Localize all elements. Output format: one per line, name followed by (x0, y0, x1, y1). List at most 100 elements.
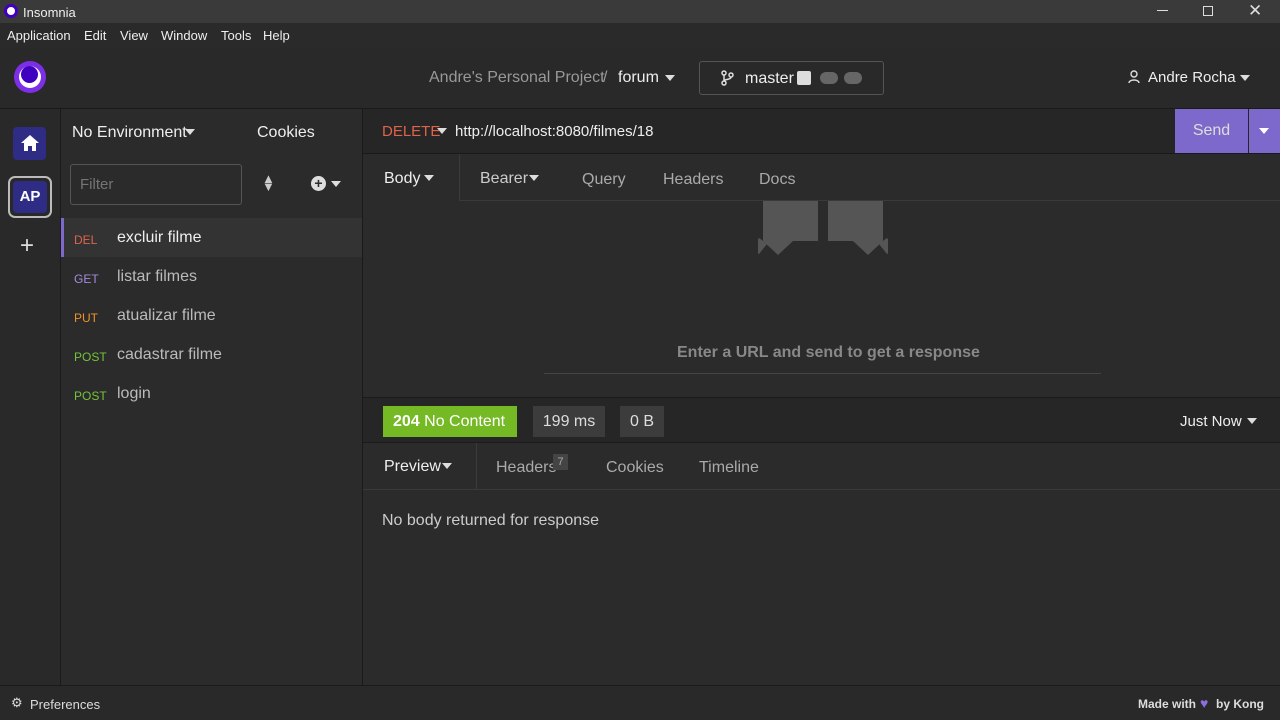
request-method: DEL (74, 233, 98, 247)
divider (544, 373, 1101, 374)
sort-icon[interactable]: ▲ ▼ (262, 172, 275, 193)
cloud-upload-icon[interactable] (844, 72, 862, 84)
tab-preview[interactable]: Preview (363, 443, 477, 490)
breadcrumb-separator: / (603, 69, 608, 86)
minimize-button[interactable] (1157, 10, 1168, 11)
tab-headers[interactable]: Headers (663, 171, 723, 189)
status-text: No Content (424, 413, 506, 430)
app-header: Andre's Personal Project / forum master … (0, 47, 1280, 109)
method-selector[interactable]: DELETE (382, 123, 440, 140)
request-name: listar filmes (117, 268, 198, 285)
insomnia-logo-dot (21, 66, 38, 83)
branch-name: master (745, 70, 794, 87)
heart-icon: ♥ (1200, 695, 1209, 711)
preferences-button[interactable]: Preferences (30, 697, 100, 712)
home-button[interactable] (13, 127, 46, 160)
request-item[interactable]: POST login (61, 374, 362, 413)
status-badge: 204 No Content (383, 406, 517, 437)
chevron-down-icon (1259, 128, 1269, 134)
tab-response-cookies[interactable]: Cookies (606, 459, 664, 477)
cookies-button[interactable]: Cookies (257, 124, 315, 142)
branch-button[interactable]: master (699, 61, 884, 95)
url-input[interactable]: http://localhost:8080/filmes/18 (455, 123, 653, 140)
empty-state: Enter a URL and send to get a response (363, 201, 1280, 397)
window-title: Insomnia (23, 5, 76, 20)
home-icon (21, 135, 39, 151)
status-code: 204 (393, 413, 420, 430)
breadcrumb-project[interactable]: Andre's Personal Project (429, 69, 605, 87)
request-name: login (117, 385, 151, 402)
tab-docs[interactable]: Docs (759, 171, 795, 189)
menu-tools[interactable]: Tools (221, 28, 251, 43)
request-item[interactable]: PUT atualizar filme (61, 296, 362, 335)
status-footer: ⚙ Preferences Made with ♥ by Kong (0, 685, 1280, 720)
gear-icon[interactable]: ⚙ (11, 695, 23, 711)
request-tabs: Body Bearer Query Headers Docs (363, 154, 1280, 201)
menu-help[interactable]: Help (263, 28, 290, 43)
workspace-rail: AP + (0, 109, 61, 685)
cube-icon (797, 71, 811, 85)
user-icon (1128, 70, 1140, 84)
history-selector[interactable]: Just Now (1180, 413, 1242, 430)
menu-window[interactable]: Window (161, 28, 207, 43)
app-logo-icon (4, 4, 18, 18)
empty-state-hint: Enter a URL and send to get a response (677, 344, 980, 361)
breadcrumb-collection[interactable]: forum (618, 69, 659, 87)
workspace-avatar: AP (13, 181, 47, 213)
menu-application[interactable]: Application (7, 28, 71, 43)
tab-response-headers[interactable]: Headers (496, 459, 556, 477)
user-name[interactable]: Andre Rocha (1148, 69, 1236, 86)
restore-button[interactable] (1203, 6, 1213, 16)
headers-count-badge: 7 (553, 454, 568, 470)
request-name: excluir filme (117, 229, 202, 246)
tab-body-label: Body (384, 170, 421, 187)
chevron-down-icon[interactable] (185, 129, 195, 135)
request-method: POST (74, 350, 107, 364)
tab-body[interactable]: Body (363, 154, 460, 201)
filter-input[interactable] (70, 164, 242, 205)
chevron-down-icon[interactable] (665, 75, 675, 81)
title-bar: Insomnia ✕ (0, 0, 1280, 23)
menu-view[interactable]: View (120, 28, 148, 43)
request-item[interactable]: POST cadastrar filme (61, 335, 362, 374)
chevron-down-icon (442, 463, 452, 469)
menu-bar: Application Edit View Window Tools Help (0, 23, 1280, 47)
add-workspace-icon[interactable]: + (20, 232, 34, 260)
request-pane: DELETE http://localhost:8080/filmes/18 S… (363, 109, 1280, 685)
chevron-down-icon[interactable] (331, 181, 341, 187)
request-method: GET (74, 272, 99, 286)
made-with-label: Made with (1138, 697, 1197, 711)
response-body-message: No body returned for response (382, 512, 600, 529)
by-kong-link[interactable]: by Kong (1216, 697, 1264, 711)
request-sidebar: No Environment Cookies ▲▼ + DEL excluir … (61, 109, 363, 685)
tab-timeline[interactable]: Timeline (699, 459, 759, 477)
menu-edit[interactable]: Edit (84, 28, 106, 43)
chevron-down-icon[interactable] (1247, 418, 1257, 424)
workspace-button[interactable]: AP (8, 176, 52, 218)
request-item[interactable]: GET listar filmes (61, 257, 362, 296)
request-name: cadastrar filme (117, 346, 222, 363)
request-method: PUT (74, 311, 98, 325)
cloud-download-icon[interactable] (820, 72, 838, 84)
time-badge: 199 ms (533, 406, 605, 437)
request-method: POST (74, 389, 107, 403)
send-button[interactable]: Send (1175, 109, 1248, 153)
request-item[interactable]: DEL excluir filme (61, 218, 362, 257)
tab-preview-label: Preview (384, 458, 441, 475)
chevron-down-icon[interactable] (437, 128, 447, 134)
tab-auth[interactable]: Bearer (480, 170, 528, 188)
response-tabs: Preview Headers 7 Cookies Timeline (363, 443, 1280, 490)
git-branch-icon (721, 70, 734, 86)
chevron-down-icon[interactable] (1240, 75, 1250, 81)
add-request-icon[interactable]: + (311, 176, 326, 191)
send-options-button[interactable] (1249, 109, 1280, 153)
url-bar: DELETE http://localhost:8080/filmes/18 S… (363, 109, 1280, 154)
request-name: atualizar filme (117, 307, 216, 324)
close-button[interactable]: ✕ (1248, 1, 1262, 21)
chevron-down-icon[interactable] (529, 175, 539, 181)
tab-query[interactable]: Query (582, 171, 626, 189)
environment-selector[interactable]: No Environment (72, 124, 187, 142)
size-badge: 0 B (620, 406, 664, 437)
empty-state-illustration (758, 201, 888, 255)
chevron-down-icon (424, 175, 434, 181)
